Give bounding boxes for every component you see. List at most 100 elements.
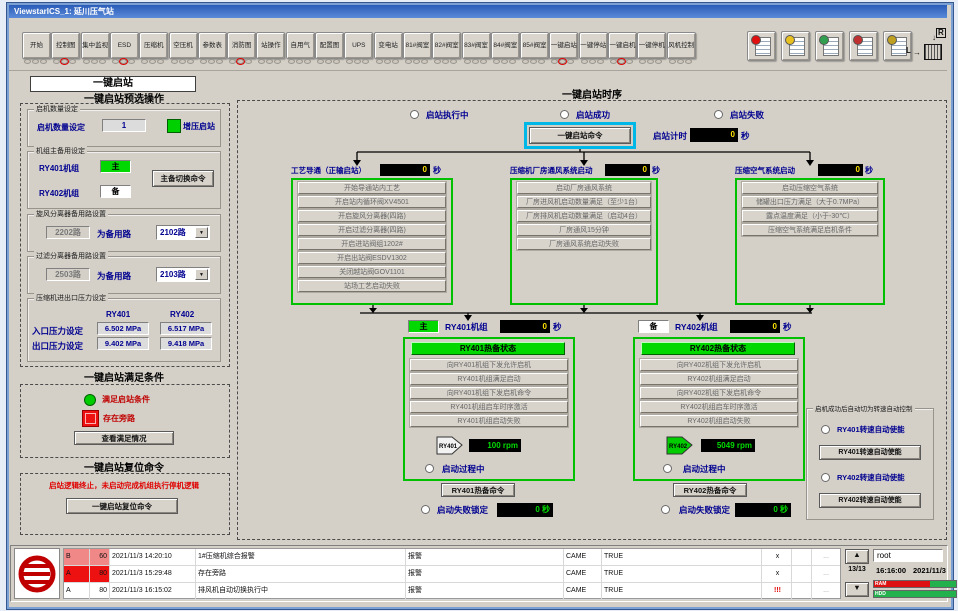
badge-icon — [751, 35, 761, 45]
toolbar-button-13[interactable]: 81#阀室 — [403, 32, 432, 59]
alarm-row[interactable]: B602021/11/3 14:20:101#压缩机综合报警报警CAMETRUE… — [64, 549, 840, 566]
cyclone-standby-select[interactable]: 2102路 ▼ — [156, 225, 210, 240]
toolbar-button-label: 自用气 — [290, 42, 310, 49]
indicator-oval — [362, 59, 369, 64]
alarm-row[interactable]: A802021/11/3 15:29:48存在旁路报警CAMETRUEx... — [64, 566, 840, 583]
select-dropdown-icon[interactable]: ▼ — [195, 269, 208, 280]
ry401-unit-block: 主 RY401机组 0 秒 RY401热备状态 向RY401机组下发允许启机RY… — [403, 318, 573, 520]
toolbar-button-10[interactable]: 配置图 — [315, 32, 344, 59]
unit-step: RY402机组启动失败 — [640, 415, 798, 427]
alarm-cell-ack: x — [762, 549, 792, 565]
status-date: 2021/11/3 — [913, 566, 946, 575]
indicator-oval — [229, 59, 236, 64]
toolbar-button-8[interactable]: 站操作 — [256, 32, 285, 59]
indicator-oval — [647, 59, 654, 64]
toolbar-button-19[interactable]: 一键停站 — [579, 32, 608, 59]
one-key-start-command-button[interactable]: 一键启站命令 — [529, 127, 631, 144]
indicator-oval — [157, 59, 164, 64]
indicator-oval — [120, 59, 127, 64]
ry401-speed-auto-button[interactable]: RY401转速自动使能 — [819, 445, 921, 460]
toolbar-button-7[interactable]: 消防图 — [227, 32, 256, 59]
start-count-input[interactable]: 1 — [102, 119, 146, 132]
hdd-usage-bar: HDD — [873, 590, 957, 598]
indicator-oval — [472, 59, 479, 64]
unit-state-box: 备 — [638, 320, 669, 333]
toolbar-button-0[interactable]: 开始 — [22, 32, 51, 59]
alarm-list-button[interactable] — [747, 31, 776, 61]
bypass-indicator — [82, 410, 99, 427]
toolbar-button-indicators — [139, 59, 166, 65]
toolbar-button-22[interactable]: 风机控制 — [667, 32, 696, 59]
ram-label: RAM — [875, 581, 886, 588]
alarm-page-indicator: 13/13 — [845, 566, 869, 573]
alarm-cell-pri: 60 — [90, 549, 110, 565]
ry402-speed-auto-button[interactable]: RY402转速自动使能 — [819, 493, 921, 508]
hdd-label: HDD — [875, 591, 886, 598]
toolbar-button-3[interactable]: ESD — [110, 32, 139, 59]
alarm-cell-msg: 排风机自动切换执行中 — [196, 583, 406, 599]
toolbar-button-indicators — [315, 59, 342, 65]
toolbar-button-11[interactable]: UPS — [344, 32, 373, 59]
outlet-pressure-ry402[interactable]: 9.418 MPa — [160, 337, 212, 350]
ry402-state-box: 备 — [100, 185, 131, 198]
group-legend: 旋风分离器备用路设置 — [34, 209, 108, 219]
reset-command-button[interactable]: 一键启站复位命令 — [66, 498, 178, 514]
indicator-oval — [141, 59, 148, 64]
indicator-oval — [392, 59, 399, 64]
toolbar-button-12[interactable]: 变电站 — [374, 32, 403, 59]
unit-standby-command-button[interactable]: RY402热备命令 — [673, 483, 747, 497]
compressor-icon: RY402 — [665, 433, 695, 458]
toolbar-button-14[interactable]: 82#阀室 — [432, 32, 461, 59]
indicator-oval — [597, 59, 604, 64]
start-command-highlight: 一键启站命令 — [524, 122, 636, 149]
unit-standby-command-button[interactable]: RY401热备命令 — [441, 483, 515, 497]
toolbar-button-20[interactable]: 一键启机 — [608, 32, 637, 59]
report-export-button[interactable] — [849, 31, 878, 61]
unit-running-indicator — [663, 464, 672, 473]
toolbar-button-17[interactable]: 85#阀室 — [520, 32, 549, 59]
indicator-oval — [522, 59, 529, 64]
outlet-pressure-ry401[interactable]: 9.402 MPa — [97, 337, 149, 350]
toolbar-button-indicators — [169, 59, 196, 65]
toolbar-button-9[interactable]: 自用气 — [286, 32, 315, 59]
indicator-oval — [384, 59, 391, 64]
toolbar-button-18[interactable]: 一键启站 — [549, 32, 578, 59]
toolbar-button-16[interactable]: 84#阀室 — [491, 32, 520, 59]
alarm-cell-level: A — [64, 566, 90, 582]
unit-step: RY402机组启车时序激活 — [640, 401, 798, 413]
toolbar-button-4[interactable]: 压缩机 — [139, 32, 168, 59]
unit-step: 向RY401机组下发允许启机 — [410, 359, 568, 371]
alarm-cell-val: TRUE — [602, 583, 762, 599]
alarm-scroll-down-button[interactable]: ▼ — [845, 582, 869, 597]
indicator-oval — [685, 59, 692, 64]
toolbar-button-15[interactable]: 83#阀室 — [462, 32, 491, 59]
view-conditions-button[interactable]: 查看满足情况 — [74, 431, 174, 445]
filter-standby-select[interactable]: 2103路 ▼ — [156, 267, 210, 282]
inlet-pressure-ry402[interactable]: 6.517 MPa — [160, 322, 212, 335]
indicator-oval — [128, 59, 135, 64]
event-list-button[interactable] — [781, 31, 810, 61]
alarm-row[interactable]: A802021/11/3 16:15:02排风机自动切换执行中报警CAMETRU… — [64, 583, 840, 600]
toolbar-button-1[interactable]: 控制图 — [51, 32, 80, 59]
toolbar-button-21[interactable]: 一键停机 — [637, 32, 666, 59]
inlet-pressure-ry401[interactable]: 6.502 MPa — [97, 322, 149, 335]
ram-usage-bar: RAM — [873, 580, 957, 588]
compressor-icon: RY401 — [435, 433, 465, 458]
toolbar-button-label: 控制图 — [56, 42, 76, 49]
indicator-oval — [610, 59, 617, 64]
indicator-oval — [333, 59, 340, 64]
toolbar-button-indicators — [110, 59, 137, 65]
trend-chart-button[interactable] — [815, 31, 844, 61]
toolbar-button-label: 站操作 — [261, 42, 281, 49]
auto-speed-group: 启机成功后自动切为转速自动控制 RY401转速自动使能 RY401转速自动使能 … — [806, 408, 934, 520]
alarm-scroll-up-button[interactable]: ▲ — [845, 549, 869, 564]
select-dropdown-icon[interactable]: ▼ — [195, 227, 208, 238]
standby-switch-button[interactable]: 主备切换命令 — [152, 170, 214, 187]
indicator-oval — [237, 59, 244, 64]
group-legend: 过滤分离器备用路设置 — [34, 251, 108, 261]
toolbar-button-6[interactable]: 参数表 — [198, 32, 227, 59]
indicator-oval — [618, 59, 625, 64]
boost-start-indicator — [167, 119, 181, 133]
toolbar-button-2[interactable]: 集中监视 — [81, 32, 110, 59]
toolbar-button-5[interactable]: 空压机 — [169, 32, 198, 59]
